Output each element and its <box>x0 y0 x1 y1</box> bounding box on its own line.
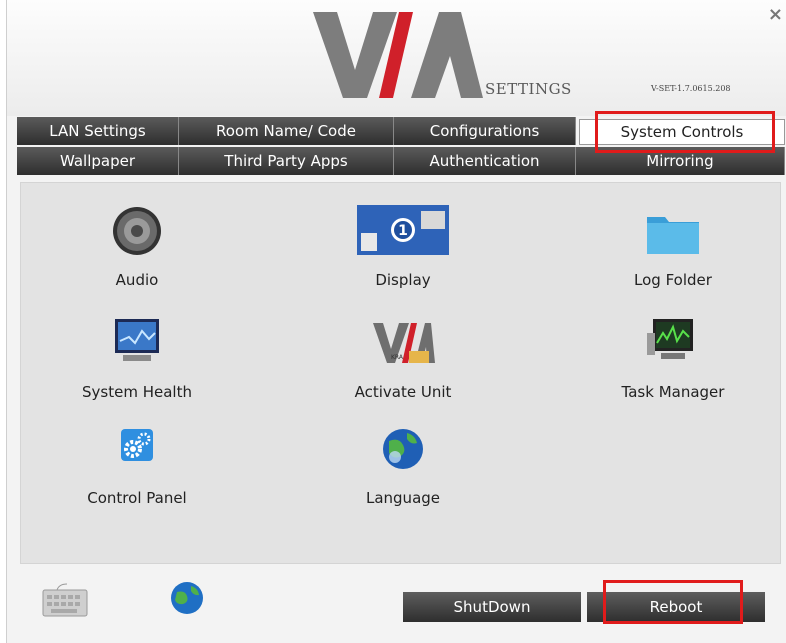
task-manager-item[interactable]: Task Manager <box>573 315 773 401</box>
tab-configurations[interactable]: Configurations <box>394 117 576 145</box>
tab-lan-settings[interactable]: LAN Settings <box>17 117 179 145</box>
tab-bar: LAN Settings Room Name/ Code Configurati… <box>17 117 785 177</box>
gears-icon <box>121 429 153 461</box>
language-item[interactable]: Language <box>303 421 503 507</box>
tab-label: Mirroring <box>646 152 714 170</box>
activate-unit-item[interactable]: KRA Activate Unit <box>303 315 503 401</box>
version-label: V-SET-1.7.0615.208 <box>651 84 731 93</box>
tab-room-name-code[interactable]: Room Name/ Code <box>179 117 394 145</box>
tab-label: System Controls <box>620 123 744 141</box>
settings-window: SETTINGS V-SET-1.7.0615.208 × LAN Settin… <box>6 0 786 643</box>
tab-label: LAN Settings <box>49 122 146 140</box>
header: SETTINGS V-SET-1.7.0615.208 × <box>7 0 786 116</box>
display-item[interactable]: 1 Display <box>303 203 503 289</box>
tab-system-controls[interactable]: System Controls <box>579 119 785 145</box>
audio-label: Audio <box>115 271 159 289</box>
task-monitor-icon <box>647 319 693 359</box>
tab-label: Third Party Apps <box>224 152 348 170</box>
system-health-label: System Health <box>82 383 192 401</box>
task-manager-label: Task Manager <box>621 383 725 401</box>
tab-authentication[interactable]: Authentication <box>394 147 576 175</box>
svg-text:1: 1 <box>398 223 408 239</box>
tab-wallpaper[interactable]: Wallpaper <box>17 147 179 175</box>
shutdown-button[interactable]: ShutDown <box>403 592 581 622</box>
settings-label: SETTINGS <box>485 80 572 98</box>
system-health-item[interactable]: System Health <box>37 315 237 401</box>
speaker-icon <box>113 207 161 255</box>
control-panel-item[interactable]: Control Panel <box>37 421 237 507</box>
via-logo <box>313 12 483 98</box>
display-label: Display <box>375 271 431 289</box>
keyboard-icon[interactable] <box>41 582 89 618</box>
system-controls-panel: Audio 1 Display Log Folder System Health… <box>20 182 781 564</box>
tab-label: Wallpaper <box>59 152 136 170</box>
display-icon: 1 <box>357 205 449 255</box>
activate-unit-label: Activate Unit <box>354 383 452 401</box>
tab-label: Configurations <box>429 122 540 140</box>
reboot-button[interactable]: Reboot <box>587 592 765 622</box>
control-panel-label: Control Panel <box>87 489 187 507</box>
log-folder-item[interactable]: Log Folder <box>573 203 773 289</box>
tab-label: Authentication <box>429 152 540 170</box>
tab-label: Room Name/ Code <box>216 122 356 140</box>
folder-icon <box>647 217 699 254</box>
svg-text:KRA: KRA <box>391 354 404 361</box>
audio-item[interactable]: Audio <box>37 203 237 289</box>
globe-icon[interactable] <box>169 580 205 616</box>
monitor-icon <box>115 319 159 361</box>
close-icon[interactable]: × <box>768 4 783 25</box>
log-folder-label: Log Folder <box>634 271 712 289</box>
tab-mirroring[interactable]: Mirroring <box>576 147 785 175</box>
globe-icon <box>383 429 423 469</box>
language-label: Language <box>365 489 441 507</box>
via-logo-icon: KRA <box>373 323 435 363</box>
tab-third-party-apps[interactable]: Third Party Apps <box>179 147 394 175</box>
